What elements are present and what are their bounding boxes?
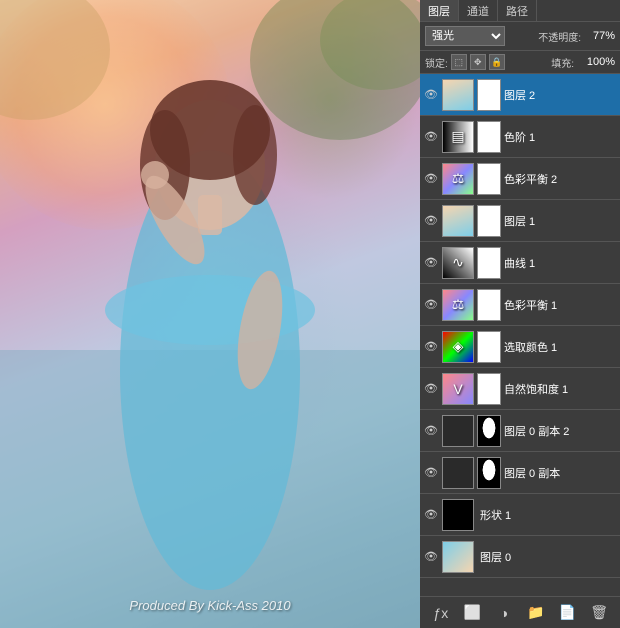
mask-thumb-levels1 [477, 121, 501, 153]
layer-item-layer0[interactable]: 👁 图层 0 [420, 536, 620, 578]
mask-thumb-layer1 [477, 205, 501, 237]
tab-paths[interactable]: 路径 [498, 0, 537, 21]
tab-channels[interactable]: 通道 [459, 0, 498, 21]
lock-pixels-button[interactable]: ⬚ [451, 54, 467, 70]
layer-thumb-curves1: ∿ [442, 247, 474, 279]
layer-thumb-vibrance1: V [442, 373, 474, 405]
layer-item-shape1[interactable]: 👁 形状 1 [420, 494, 620, 536]
layer-thumb-shape1 [442, 499, 474, 531]
layers-bottom-toolbar: ƒx ⬜ ◑ 📁 📄 🗑 [420, 596, 620, 628]
watermark-text: Produced By Kick-Ass 2010 [129, 598, 290, 613]
tab-layers[interactable]: 图层 [420, 0, 459, 21]
blend-mode-row: 强光 不透明度: 77% [420, 22, 620, 51]
layer-item-levels1[interactable]: 👁▤ 色阶 1 [420, 116, 620, 158]
lock-move-button[interactable]: ✥ [470, 54, 486, 70]
layer-item-layer1[interactable]: 👁 图层 1 [420, 200, 620, 242]
eye-icon-colorbalance1[interactable]: 👁 [423, 297, 439, 313]
eye-icon-layer0copy[interactable]: 👁 [423, 465, 439, 481]
layer-name-curves1: 曲线 1 [504, 255, 617, 271]
eye-icon-levels1[interactable]: 👁 [423, 129, 439, 145]
eye-icon-layer1[interactable]: 👁 [423, 213, 439, 229]
layer-thumb-colorbalance2: ⚖ [442, 163, 474, 195]
mask-thumb-layer0copy2 [477, 415, 501, 447]
layer-name-layer0: 图层 0 [480, 549, 617, 565]
mask-thumb-selectivecolor1 [477, 331, 501, 363]
layer-name-colorbalance1: 色彩平衡 1 [504, 297, 617, 313]
mask-thumb-colorbalance1 [477, 289, 501, 321]
layer-item-colorbalance1[interactable]: 👁⚖ 色彩平衡 1 [420, 284, 620, 326]
layer-item-layer2[interactable]: 👁 图层 2 [420, 74, 620, 116]
layer-thumb-layer0copy [442, 457, 474, 489]
layer-name-shape1: 形状 1 [480, 507, 617, 523]
layers-panel: 图层 通道 路径 强光 不透明度: 77% 锁定: ⬚ ✥ 🔒 填充: 100%… [420, 0, 620, 628]
group-button[interactable]: 📁 [525, 602, 547, 624]
layer-name-layer0copy: 图层 0 副本 [504, 465, 617, 481]
blend-mode-select[interactable]: 强光 [425, 26, 505, 46]
lock-row: 锁定: ⬚ ✥ 🔒 填充: 100% [420, 51, 620, 74]
photo-subject [0, 0, 420, 628]
layer-thumb-layer0 [442, 541, 474, 573]
layer-name-layer2: 图层 2 [504, 87, 617, 103]
layer-thumb-layer2 [442, 79, 474, 111]
opacity-label: 不透明度: [538, 29, 581, 44]
layer-thumb-selectivecolor1: ◈ [442, 331, 474, 363]
layer-name-layer0copy2: 图层 0 副本 2 [504, 423, 617, 439]
layer-name-colorbalance2: 色彩平衡 2 [504, 171, 617, 187]
eye-icon-vibrance1[interactable]: 👁 [423, 381, 439, 397]
layer-name-selectivecolor1: 选取颜色 1 [504, 339, 617, 355]
opacity-value: 77% [585, 30, 615, 42]
eye-icon-layer0copy2[interactable]: 👁 [423, 423, 439, 439]
lock-label: 锁定: [425, 55, 448, 70]
eye-icon-shape1[interactable]: 👁 [423, 507, 439, 523]
layer-item-layer0copy2[interactable]: 👁 图层 0 副本 2 [420, 410, 620, 452]
layer-thumb-levels1: ▤ [442, 121, 474, 153]
layer-item-vibrance1[interactable]: 👁V 自然饱和度 1 [420, 368, 620, 410]
panel-tab-bar: 图层 通道 路径 [420, 0, 620, 22]
layer-item-colorbalance2[interactable]: 👁⚖ 色彩平衡 2 [420, 158, 620, 200]
fill-value: 100% [577, 56, 615, 68]
mask-thumb-colorbalance2 [477, 163, 501, 195]
photo-canvas: Produced By Kick-Ass 2010 [0, 0, 420, 628]
eye-icon-colorbalance2[interactable]: 👁 [423, 171, 439, 187]
adjustment-button[interactable]: ◑ [493, 602, 515, 624]
eye-icon-selectivecolor1[interactable]: 👁 [423, 339, 439, 355]
mask-thumb-curves1 [477, 247, 501, 279]
layer-thumb-colorbalance1: ⚖ [442, 289, 474, 321]
new-layer-button[interactable]: 📄 [556, 602, 578, 624]
eye-icon-curves1[interactable]: 👁 [423, 255, 439, 271]
eye-icon-layer2[interactable]: 👁 [423, 87, 439, 103]
delete-layer-button[interactable]: 🗑 [588, 602, 610, 624]
layers-list: 👁图层 2👁▤色阶 1👁⚖色彩平衡 2👁图层 1👁∿曲线 1👁⚖色彩平衡 1👁◈… [420, 74, 620, 596]
layer-thumb-layer1 [442, 205, 474, 237]
person-silhouette [0, 0, 420, 628]
layer-item-layer0copy[interactable]: 👁 图层 0 副本 [420, 452, 620, 494]
lock-all-button[interactable]: 🔒 [489, 54, 505, 70]
fill-label: 填充: [551, 55, 574, 70]
fx-button[interactable]: ƒx [430, 602, 452, 624]
mask-thumb-layer0copy [477, 457, 501, 489]
layer-thumb-layer0copy2 [442, 415, 474, 447]
layer-item-curves1[interactable]: 👁∿ 曲线 1 [420, 242, 620, 284]
layer-name-levels1: 色阶 1 [504, 129, 617, 145]
mask-thumb-layer2 [477, 79, 501, 111]
mask-button[interactable]: ⬜ [461, 602, 483, 624]
layer-item-selectivecolor1[interactable]: 👁◈ 选取颜色 1 [420, 326, 620, 368]
eye-icon-layer0[interactable]: 👁 [423, 549, 439, 565]
layer-name-vibrance1: 自然饱和度 1 [504, 381, 617, 397]
mask-thumb-vibrance1 [477, 373, 501, 405]
layer-name-layer1: 图层 1 [504, 213, 617, 229]
